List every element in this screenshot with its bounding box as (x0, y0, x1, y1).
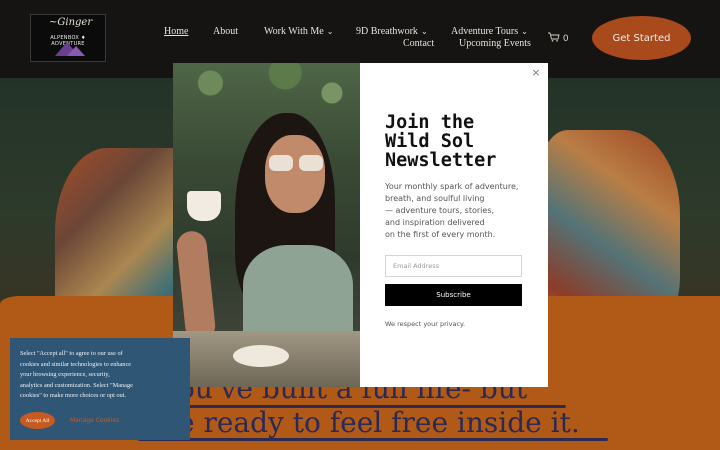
newsletter-photo (173, 63, 360, 387)
nav-work-with-me-label: Work With Me (264, 26, 324, 37)
cart-count: 0 (562, 34, 569, 44)
chevron-down-icon: ⌄ (420, 27, 428, 36)
photo-foliage (173, 63, 360, 113)
close-icon[interactable]: × (530, 67, 542, 79)
accept-all-button[interactable]: Accept All (20, 412, 55, 429)
privacy-note: We respect your privacy. (385, 320, 466, 328)
cookie-message-line: cookies" to make more choices or opt out… (20, 392, 127, 400)
sunglasses-icon (269, 155, 327, 171)
nav-upcoming-events[interactable]: Upcoming Events (459, 38, 531, 49)
mountain-icon-small (67, 46, 85, 56)
photo-arm (175, 229, 217, 343)
coffee-cup-icon (187, 191, 221, 221)
popup-title-line: Wild Sol (385, 131, 475, 152)
nav-breathwork-label: 9D Breathwork (356, 26, 418, 37)
cookie-message-line: Select "Accept all" to agree to our use … (20, 350, 123, 357)
cookie-message-line: analytics and customization. Select "Man… (20, 381, 133, 389)
photo-top (243, 245, 353, 345)
nav-home[interactable]: Home (164, 26, 188, 37)
popup-title: Join the Wild Sol Newsletter (385, 113, 535, 170)
popup-description-line: Your monthly spark of adventure, (385, 182, 519, 191)
cookie-message: Select "Accept all" to agree to our use … (20, 349, 160, 402)
popup-description-line: and inspiration delivered (385, 218, 485, 227)
popup-title-line: Newsletter (385, 150, 497, 171)
popup-description-line: — adventure tours, stories, (385, 206, 495, 215)
cookie-message-line: cookies and similar technologies to enha… (20, 360, 132, 368)
nav-adventure-tours-label: Adventure Tours (451, 26, 519, 37)
logo-script: ~Ginger (49, 17, 93, 28)
chevron-down-icon: ⌄ (521, 27, 528, 36)
email-field[interactable] (385, 255, 522, 277)
headline-underline-1 (188, 405, 566, 408)
cart-icon (548, 32, 560, 42)
nav-contact[interactable]: Contact (403, 38, 434, 49)
photo-face (265, 135, 325, 213)
hero-headline-line-2: e ready to feel free inside it. (178, 406, 580, 439)
nav-breathwork[interactable]: 9D Breathwork ⌄ (356, 26, 428, 37)
manage-cookies-link[interactable]: Manage Cookies (70, 417, 119, 424)
nav-about[interactable]: About (213, 26, 238, 37)
saucer-icon (233, 345, 289, 367)
site-logo[interactable]: ~Ginger ALPENBOX ♦ ADVENTURE (30, 14, 106, 62)
popup-description: Your monthly spark of adventure, breath,… (385, 181, 535, 241)
headline-underline-2 (138, 438, 608, 441)
subscribe-button[interactable]: Subscribe (385, 284, 522, 306)
nav-work-with-me[interactable]: Work With Me ⌄ (264, 26, 333, 37)
get-started-button[interactable]: Get Started (592, 16, 691, 60)
nav-adventure-tours[interactable]: Adventure Tours ⌄ (451, 26, 528, 37)
chevron-down-icon: ⌄ (326, 27, 334, 36)
cookie-message-line: your browsing experience, security, (20, 371, 110, 379)
popup-title-line: Join the (385, 112, 475, 133)
cart-link[interactable]: 0 (548, 32, 569, 44)
popup-description-line: breath, and soulful living (385, 194, 485, 203)
popup-description-line: on the first of every month. (385, 230, 496, 239)
